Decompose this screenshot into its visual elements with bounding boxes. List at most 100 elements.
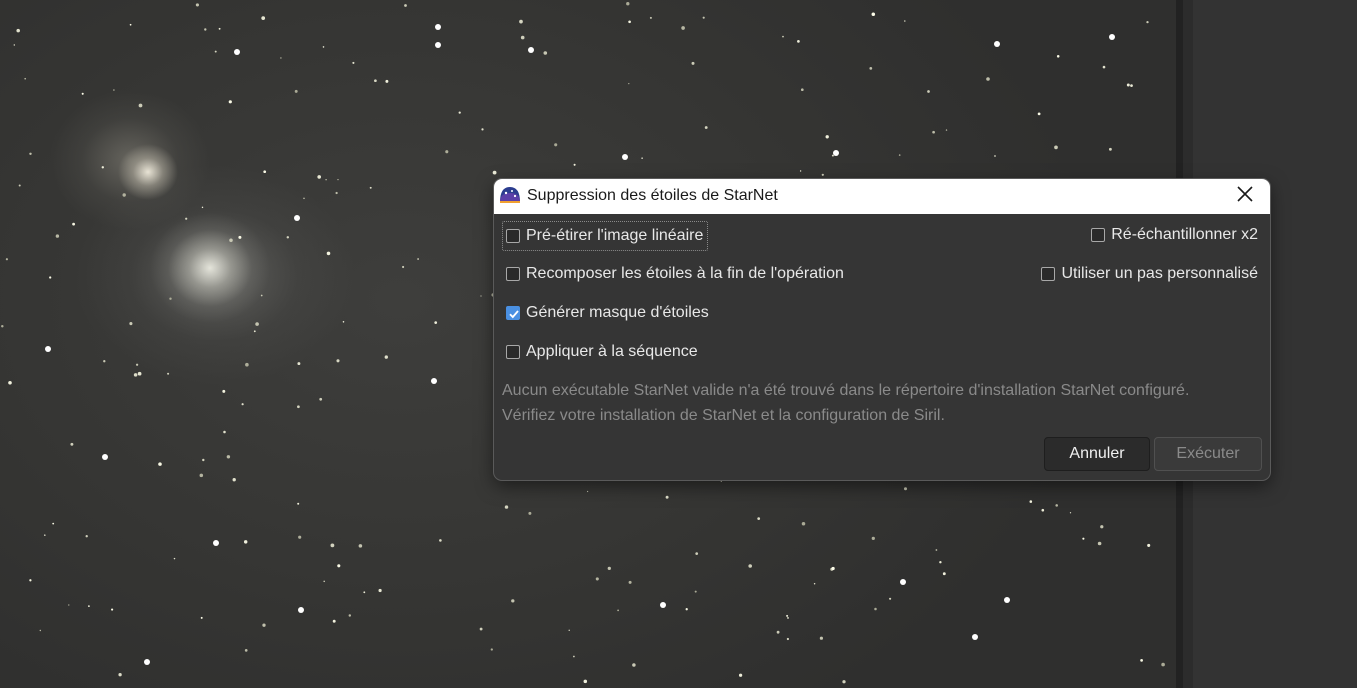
star <box>342 321 345 323</box>
star <box>262 623 266 627</box>
star <box>218 27 221 30</box>
cancel-button[interactable]: Annuler <box>1044 437 1150 471</box>
close-icon <box>1236 185 1254 207</box>
star <box>244 649 248 652</box>
star <box>241 403 244 406</box>
star <box>871 536 875 541</box>
star <box>5 258 8 261</box>
star <box>685 608 688 611</box>
star <box>1056 55 1060 58</box>
star <box>369 186 372 189</box>
star <box>158 462 162 466</box>
star <box>831 154 834 157</box>
star <box>1147 543 1151 547</box>
star <box>144 659 150 665</box>
star <box>1041 508 1045 512</box>
star <box>303 197 305 200</box>
checkbox-box[interactable] <box>506 345 520 359</box>
star <box>431 378 437 384</box>
star <box>358 544 363 548</box>
generate-mask-checkbox[interactable]: Générer masque d'étoiles <box>506 304 709 322</box>
star <box>1108 147 1112 151</box>
star <box>336 359 340 363</box>
star <box>322 46 325 48</box>
star <box>435 42 441 48</box>
star <box>626 2 630 6</box>
star <box>1004 597 1010 603</box>
star <box>1097 541 1102 546</box>
star <box>52 522 55 525</box>
star <box>479 627 483 631</box>
star <box>1069 512 1072 514</box>
star <box>520 35 525 40</box>
star <box>1054 145 1058 150</box>
star <box>245 362 249 367</box>
generate-mask-label: Générer masque d'étoiles <box>526 304 709 321</box>
star <box>113 89 115 91</box>
star <box>458 111 461 114</box>
checkbox-box[interactable] <box>1041 267 1056 281</box>
star <box>204 28 207 31</box>
checkbox-box[interactable] <box>506 267 520 281</box>
star <box>417 258 420 260</box>
star <box>222 389 226 393</box>
checkbox-box-checked[interactable] <box>506 306 520 320</box>
error-message-line: Aucun exécutable StarNet valide n'a été … <box>502 382 1190 399</box>
star <box>195 3 199 7</box>
star <box>24 77 27 80</box>
star <box>869 67 873 70</box>
star <box>641 157 643 159</box>
star <box>1146 20 1149 24</box>
star <box>543 51 548 55</box>
star <box>782 35 784 38</box>
prestretch-checkbox[interactable]: Pré-étirer l'image linéaire <box>502 221 709 251</box>
custom-stride-label: Utiliser un pas personnalisé <box>1061 265 1258 282</box>
upsample-checkbox[interactable]: Ré-échantillonner x2 <box>1091 226 1258 244</box>
star <box>874 607 877 611</box>
star <box>214 50 217 53</box>
star <box>298 607 304 613</box>
star <box>786 637 790 641</box>
star <box>238 235 242 239</box>
star <box>819 636 823 640</box>
star <box>325 178 327 181</box>
checkbox-box[interactable] <box>506 229 520 243</box>
star <box>135 363 139 366</box>
star <box>404 4 407 7</box>
star <box>903 487 908 491</box>
star <box>445 150 449 154</box>
custom-stride-checkbox[interactable]: Utiliser un pas personnalisé <box>1041 265 1258 283</box>
star <box>994 41 1000 47</box>
recompose-checkbox[interactable]: Recomposer les étoiles à la fin de l'opé… <box>506 265 844 283</box>
close-button[interactable] <box>1230 182 1260 210</box>
star <box>122 193 126 197</box>
star <box>704 126 708 129</box>
star <box>319 397 323 401</box>
star <box>294 215 300 221</box>
star <box>335 191 338 195</box>
star <box>492 170 497 175</box>
star <box>16 28 20 33</box>
star <box>55 234 60 238</box>
apply-sequence-checkbox[interactable]: Appliquer à la séquence <box>506 343 698 361</box>
dialog-titlebar[interactable]: Suppression des étoiles de StarNet <box>494 179 1270 214</box>
star <box>691 61 695 65</box>
star <box>757 517 761 520</box>
star <box>799 170 802 172</box>
execute-button[interactable]: Exécuter <box>1154 437 1262 471</box>
star <box>632 663 636 667</box>
star <box>927 90 930 93</box>
star <box>173 557 176 560</box>
checkbox-box[interactable] <box>1091 228 1106 242</box>
star <box>481 128 484 131</box>
star <box>169 297 172 300</box>
star <box>385 79 389 83</box>
star <box>939 561 942 564</box>
star <box>738 673 743 677</box>
star <box>72 222 76 226</box>
star <box>490 648 493 651</box>
star <box>297 502 300 505</box>
star <box>871 12 876 16</box>
star <box>118 673 122 677</box>
star <box>842 680 846 684</box>
